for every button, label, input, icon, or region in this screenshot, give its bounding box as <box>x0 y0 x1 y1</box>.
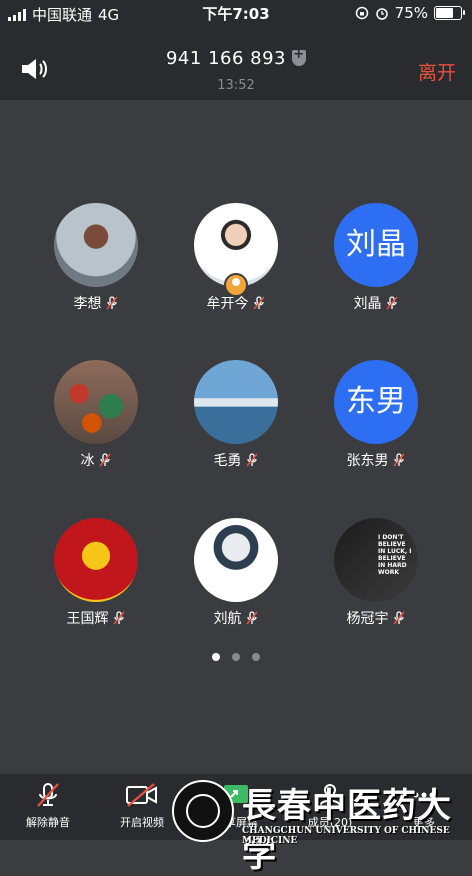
meeting-duration: 13:52 <box>217 78 255 93</box>
battery-percent: 75% <box>394 4 428 22</box>
participant-name-row: 刘晶 <box>316 293 436 313</box>
avatar <box>54 360 138 444</box>
meeting-id-text: 941 166 893 <box>165 48 286 69</box>
avatar <box>194 360 278 444</box>
mic-muted-icon <box>392 453 405 467</box>
participant-name: 王国辉 <box>66 611 109 627</box>
mic-muted-icon <box>392 611 405 625</box>
unmute-button[interactable]: 解除静音 <box>8 782 88 830</box>
shield-icon <box>292 47 306 66</box>
share-screen-label: 共享屏幕 <box>214 816 258 829</box>
host-badge-icon <box>224 273 248 297</box>
avatar: I DON'T BELIEVE IN LUCK, I BELIEVE IN HA… <box>334 518 418 602</box>
avatar <box>54 518 138 602</box>
page-indicator <box>0 646 472 665</box>
participant-name-row: 王国辉 <box>36 608 156 628</box>
participant-tile[interactable]: 冰 <box>36 360 156 470</box>
unmute-label: 解除静音 <box>26 816 70 829</box>
participant-name-row: 刘航 <box>176 608 296 628</box>
members-button[interactable]: 成员(20) <box>290 782 370 830</box>
avatar: 东男 <box>334 360 418 444</box>
participant-name-row: 杨冠宇 <box>316 608 436 628</box>
mic-muted-icon <box>385 296 398 310</box>
participant-name: 刘晶 <box>353 296 382 312</box>
avatar <box>54 203 138 287</box>
share-screen-button[interactable]: 共享屏幕 <box>196 782 276 830</box>
members-icon <box>319 784 341 807</box>
start-video-button[interactable]: 开启视频 <box>102 782 182 830</box>
start-video-label: 开启视频 <box>120 816 164 829</box>
participant-tile[interactable]: 刘晶 刘晶 <box>316 203 436 313</box>
mic-off-icon <box>37 783 59 807</box>
avatar-caption: I DON'T BELIEVE IN LUCK, I BELIEVE IN HA… <box>378 534 412 576</box>
more-button[interactable]: 更多 <box>384 782 464 830</box>
participant-name: 毛勇 <box>213 453 242 469</box>
page-dot[interactable] <box>252 653 260 661</box>
page-dot[interactable] <box>212 653 220 661</box>
share-screen-icon <box>224 785 248 803</box>
alarm-icon <box>375 8 388 20</box>
avatar <box>194 518 278 602</box>
participant-tile[interactable]: I DON'T BELIEVE IN LUCK, I BELIEVE IN HA… <box>316 518 436 628</box>
participant-name-row: 冰 <box>36 450 156 470</box>
leave-button[interactable]: 离开 <box>418 58 456 85</box>
participant-tile[interactable]: 李想 <box>36 203 156 313</box>
participant-tile[interactable]: 牟开今 <box>176 203 296 313</box>
members-label: 成员(20) <box>307 816 353 829</box>
participant-name: 杨冠宇 <box>346 611 389 627</box>
participant-name-row: 张东男 <box>316 450 436 470</box>
participant-name: 李想 <box>73 296 102 312</box>
battery-icon <box>434 6 465 20</box>
mic-muted-icon <box>252 296 265 310</box>
participant-name: 牟开今 <box>206 296 249 312</box>
more-label: 更多 <box>413 816 435 829</box>
page-dot[interactable] <box>232 653 240 661</box>
participant-tile[interactable]: 毛勇 <box>176 360 296 470</box>
mic-muted-icon <box>245 453 258 467</box>
mic-muted-icon <box>112 611 125 625</box>
participant-name-row: 毛勇 <box>176 450 296 470</box>
participant-tile[interactable]: 刘航 <box>176 518 296 628</box>
participant-tile[interactable]: 东男张东男 <box>316 360 436 470</box>
participant-name: 冰 <box>80 453 95 469</box>
mic-muted-icon <box>105 296 118 310</box>
participant-name-row: 李想 <box>36 293 156 313</box>
status-bar: 中国联通 4G 下午7:03 75% <box>0 0 472 26</box>
meeting-header: 941 166 893 13:52 离开 <box>0 26 472 100</box>
meeting-id[interactable]: 941 166 893 <box>0 47 472 69</box>
participant-tile[interactable]: 王国辉 <box>36 518 156 628</box>
mic-muted-icon <box>98 453 111 467</box>
mic-muted-icon <box>245 611 258 625</box>
participant-name: 刘航 <box>213 611 242 627</box>
avatar: 刘晶 <box>334 203 418 287</box>
video-off-icon <box>126 783 157 807</box>
rotation-lock-icon <box>355 6 368 20</box>
participant-name: 张东男 <box>346 453 389 469</box>
more-icon <box>413 792 435 798</box>
bottom-toolbar: 解除静音 开启视频 共享屏幕 成员(20) 更多 <box>0 774 472 840</box>
